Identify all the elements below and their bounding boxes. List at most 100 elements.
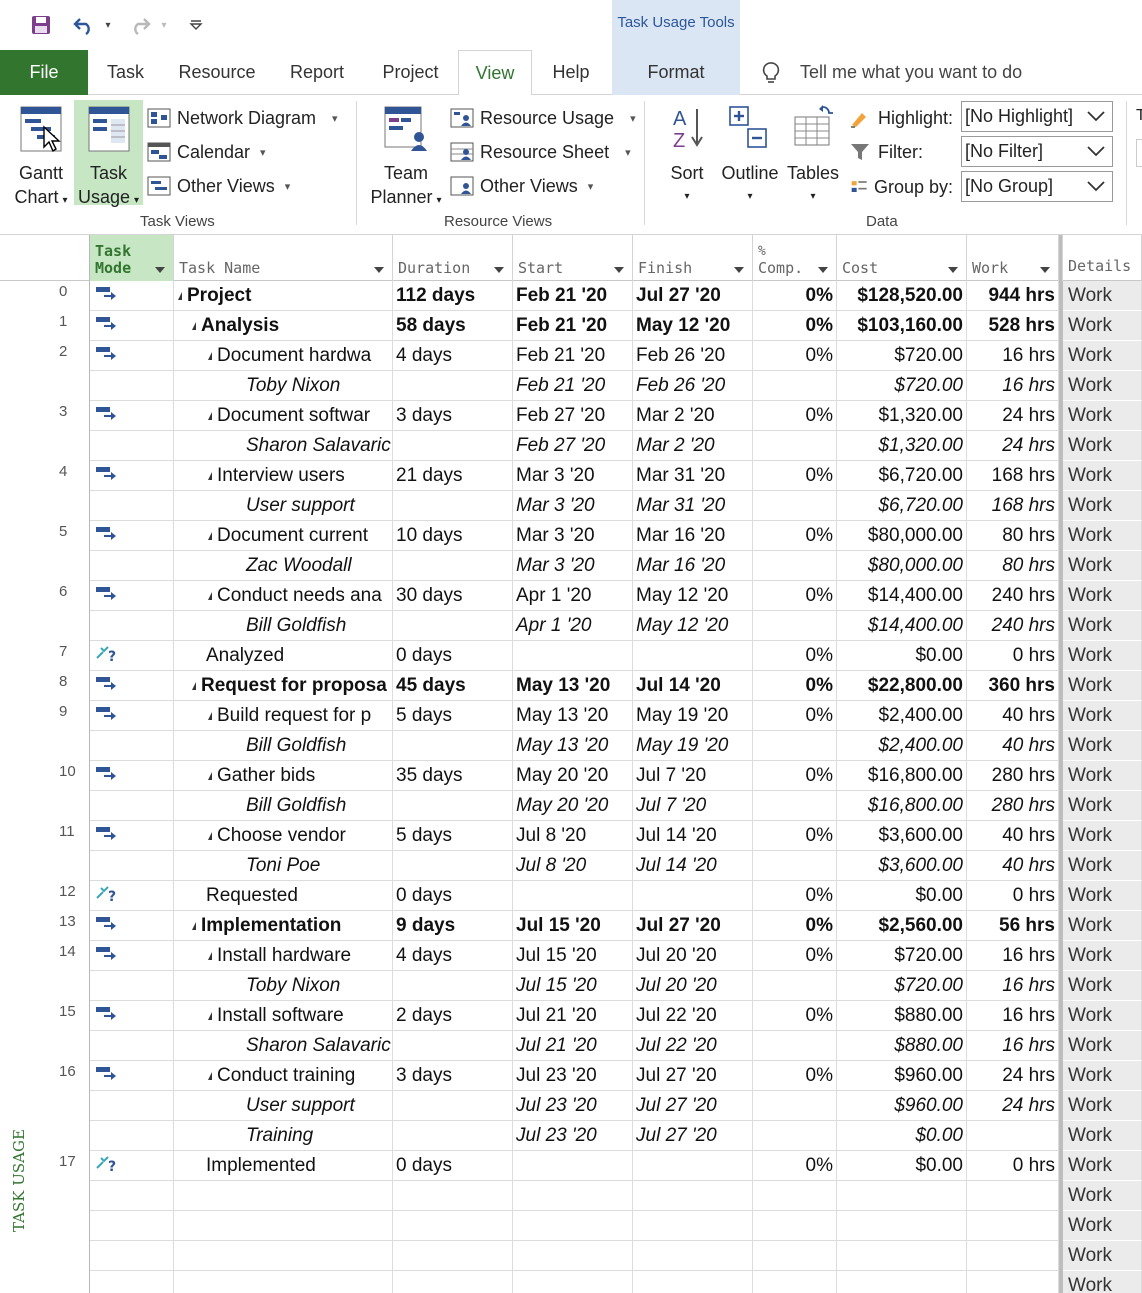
work-cell[interactable]: 360 hrs: [967, 671, 1059, 701]
work-cell[interactable]: 528 hrs: [967, 311, 1059, 341]
task-name-cell[interactable]: Install hardware: [174, 941, 393, 971]
empty-row[interactable]: Work: [0, 1241, 1142, 1271]
start-cell[interactable]: Jul 8 '20: [513, 851, 633, 881]
finish-cell[interactable]: Jul 14 '20: [633, 671, 753, 701]
column-duration[interactable]: Duration: [393, 235, 513, 281]
percent-complete-cell[interactable]: [753, 491, 837, 521]
finish-cell[interactable]: Mar 16 '20: [633, 521, 753, 551]
task-mode-cell[interactable]: [90, 611, 174, 641]
task-mode-cell[interactable]: ?: [90, 881, 174, 911]
cost-cell[interactable]: $720.00: [837, 941, 967, 971]
work-cell[interactable]: 40 hrs: [967, 731, 1059, 761]
duration-cell[interactable]: 112 days: [393, 281, 513, 311]
work-cell[interactable]: [967, 1121, 1059, 1151]
finish-cell[interactable]: Jul 22 '20: [633, 1031, 753, 1061]
task-row[interactable]: 1 Analysis 58 days Feb 21 '20 May 12 '20 0% $1…: [0, 311, 1142, 341]
work-cell[interactable]: 24 hrs: [967, 431, 1059, 461]
cost-cell[interactable]: $880.00: [837, 1001, 967, 1031]
network-diagram-button[interactable]: Network Diagram ▾: [147, 103, 338, 133]
finish-cell[interactable]: Jul 14 '20: [633, 821, 753, 851]
row-id[interactable]: 13: [38, 911, 90, 941]
start-cell[interactable]: Jul 15 '20: [513, 911, 633, 941]
percent-complete-cell[interactable]: [753, 1091, 837, 1121]
assignment-row[interactable]: User support Mar 3 '20 Mar 31 '20 $6,720.00…: [0, 491, 1142, 521]
duration-cell[interactable]: 0 days: [393, 641, 513, 671]
duration-cell[interactable]: 5 days: [393, 821, 513, 851]
start-cell[interactable]: Feb 21 '20: [513, 341, 633, 371]
work-cell[interactable]: 80 hrs: [967, 551, 1059, 581]
finish-cell[interactable]: [633, 641, 753, 671]
start-cell[interactable]: May 13 '20: [513, 701, 633, 731]
work-cell[interactable]: 168 hrs: [967, 491, 1059, 521]
finish-cell[interactable]: [633, 1151, 753, 1181]
task-row[interactable]: 13 Implementation 9 days Jul 15 '20 Jul 27 '…: [0, 911, 1142, 941]
task-row[interactable]: 2 Document hardwa 4 days Feb 21 '20 Feb 26 '…: [0, 341, 1142, 371]
cost-cell[interactable]: $1,320.00: [837, 401, 967, 431]
task-row[interactable]: 4 Interview users 21 days Mar 3 '20 Mar 31 '…: [0, 461, 1142, 491]
start-cell[interactable]: [513, 641, 633, 671]
task-name-cell[interactable]: Analysis: [174, 311, 393, 341]
task-name-cell[interactable]: Conduct training: [174, 1061, 393, 1091]
start-cell[interactable]: [513, 1241, 633, 1271]
start-cell[interactable]: May 20 '20: [513, 791, 633, 821]
empty-row[interactable]: Work: [0, 1211, 1142, 1241]
collapse-triangle-icon[interactable]: [208, 532, 212, 540]
task-mode-cell[interactable]: [90, 551, 174, 581]
cost-cell[interactable]: $0.00: [837, 881, 967, 911]
work-cell[interactable]: 80 hrs: [967, 521, 1059, 551]
work-cell[interactable]: 40 hrs: [967, 821, 1059, 851]
percent-complete-cell[interactable]: [753, 971, 837, 1001]
task-mode-cell[interactable]: [90, 791, 174, 821]
column-cost[interactable]: Cost: [837, 235, 967, 281]
column-work[interactable]: Work: [967, 235, 1059, 281]
column-filter-dropdown-icon[interactable]: [155, 267, 165, 273]
row-id[interactable]: 10: [38, 761, 90, 791]
task-row[interactable]: 16 Conduct training 3 days Jul 23 '20 Jul 27…: [0, 1061, 1142, 1091]
row-id[interactable]: 0: [38, 281, 90, 311]
task-other-views-button[interactable]: Other Views ▾: [147, 171, 290, 201]
row-id[interactable]: [38, 851, 90, 881]
duration-cell[interactable]: [393, 851, 513, 881]
percent-complete-cell[interactable]: 0%: [753, 911, 837, 941]
work-cell[interactable]: 16 hrs: [967, 941, 1059, 971]
undo-dropdown-icon[interactable]: ▾: [100, 12, 116, 38]
assignment-row[interactable]: Bill Goldfish May 13 '20 May 19 '20 $2,400.…: [0, 731, 1142, 761]
row-id[interactable]: [38, 1121, 90, 1151]
column-percent-complete[interactable]: % Comp.: [753, 235, 837, 281]
task-mode-cell[interactable]: [90, 281, 174, 311]
column-filter-dropdown-icon[interactable]: [494, 267, 504, 273]
work-cell[interactable]: [967, 1241, 1059, 1271]
percent-complete-cell[interactable]: 0%: [753, 341, 837, 371]
task-name-cell[interactable]: Build request for p: [174, 701, 393, 731]
task-mode-cell[interactable]: ?: [90, 641, 174, 671]
row-id[interactable]: 9: [38, 701, 90, 731]
start-cell[interactable]: [513, 1211, 633, 1241]
finish-cell[interactable]: Jul 14 '20: [633, 851, 753, 881]
empty-row[interactable]: Work: [0, 1181, 1142, 1211]
assignment-row[interactable]: User support Jul 23 '20 Jul 27 '20 $960.00 2…: [0, 1091, 1142, 1121]
row-id[interactable]: [38, 431, 90, 461]
row-id[interactable]: [38, 1091, 90, 1121]
column-filter-dropdown-icon[interactable]: [818, 267, 828, 273]
cost-cell[interactable]: $2,560.00: [837, 911, 967, 941]
start-cell[interactable]: [513, 1151, 633, 1181]
start-cell[interactable]: Apr 1 '20: [513, 581, 633, 611]
task-row[interactable]: 8 Request for proposa 45 days May 13 '20 Jul…: [0, 671, 1142, 701]
task-mode-cell[interactable]: [90, 581, 174, 611]
column-filter-dropdown-icon[interactable]: [374, 267, 384, 273]
resource-name-cell[interactable]: User support: [174, 1091, 393, 1121]
collapse-triangle-icon[interactable]: [192, 682, 196, 690]
task-mode-cell[interactable]: ?: [90, 1151, 174, 1181]
duration-cell[interactable]: [393, 1181, 513, 1211]
row-id[interactable]: 8: [38, 671, 90, 701]
task-row[interactable]: 9 Build request for p 5 days May 13 '20 May …: [0, 701, 1142, 731]
cost-cell[interactable]: $3,600.00: [837, 851, 967, 881]
duration-cell[interactable]: [393, 1271, 513, 1293]
finish-cell[interactable]: Jul 27 '20: [633, 911, 753, 941]
task-row[interactable]: 5 Document current 10 days Mar 3 '20 Mar 16 …: [0, 521, 1142, 551]
resource-name-cell[interactable]: Toby Nixon: [174, 371, 393, 401]
work-cell[interactable]: 16 hrs: [967, 971, 1059, 1001]
tab-project[interactable]: Project: [363, 50, 458, 95]
task-name-cell[interactable]: [174, 1211, 393, 1241]
work-cell[interactable]: 16 hrs: [967, 341, 1059, 371]
